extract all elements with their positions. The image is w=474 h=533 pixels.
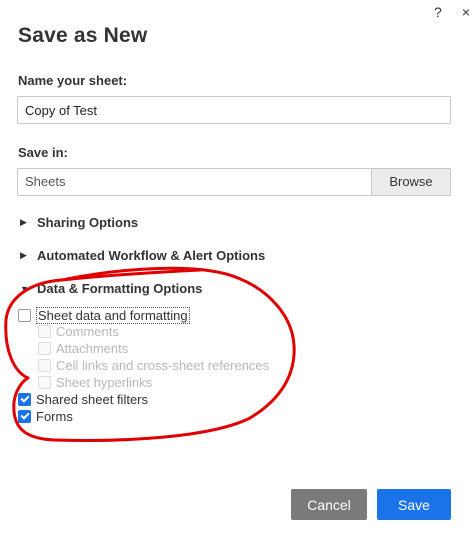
- shared-filters-checkbox[interactable]: [18, 393, 31, 406]
- save-in-field: Sheets Browse: [17, 168, 451, 196]
- option-forms[interactable]: Forms: [18, 409, 73, 424]
- section-label: Sharing Options: [37, 215, 139, 230]
- name-field-label: Name your sheet:: [18, 73, 128, 88]
- section-label: Automated Workflow & Alert Options: [37, 248, 266, 263]
- option-label: Attachments: [56, 341, 129, 356]
- sheet-name-input[interactable]: [17, 96, 451, 124]
- attachments-checkbox: [38, 342, 51, 355]
- window-controls: ? ×: [434, 4, 470, 20]
- cancel-button[interactable]: Cancel: [291, 489, 367, 520]
- dialog-title: Save as New: [18, 24, 148, 47]
- collapse-arrow-icon: ▼: [20, 283, 29, 294]
- option-shared-filters[interactable]: Shared sheet filters: [18, 392, 148, 407]
- option-sheet-data[interactable]: Sheet data and formatting: [18, 307, 190, 324]
- option-comments: Comments: [38, 324, 119, 339]
- save-in-location[interactable]: Sheets: [18, 169, 371, 195]
- close-icon[interactable]: ×: [462, 4, 470, 20]
- section-sharing-options[interactable]: ▶ Sharing Options: [20, 215, 138, 230]
- option-label: Comments: [56, 324, 119, 339]
- section-label: Data & Formatting Options: [37, 281, 203, 296]
- save-as-new-dialog: ? × Save as New Name your sheet: Save in…: [0, 0, 474, 533]
- comments-checkbox: [38, 325, 51, 338]
- sheet-data-checkbox[interactable]: [18, 309, 31, 322]
- section-workflow-options[interactable]: ▶ Automated Workflow & Alert Options: [20, 248, 265, 263]
- help-icon[interactable]: ?: [434, 4, 442, 20]
- option-label: Sheet hyperlinks: [56, 375, 153, 390]
- option-label: Forms: [36, 409, 73, 424]
- save-button[interactable]: Save: [377, 489, 451, 520]
- section-data-formatting-options[interactable]: ▼ Data & Formatting Options: [20, 281, 202, 296]
- save-in-label: Save in:: [18, 145, 68, 160]
- option-cell-links: Cell links and cross-sheet references: [38, 358, 269, 373]
- expand-arrow-icon: ▶: [20, 250, 27, 260]
- cell-links-checkbox: [38, 359, 51, 372]
- hyperlinks-checkbox: [38, 376, 51, 389]
- expand-arrow-icon: ▶: [20, 217, 27, 227]
- option-attachments: Attachments: [38, 341, 128, 356]
- option-sheet-hyperlinks: Sheet hyperlinks: [38, 375, 152, 390]
- option-label: Cell links and cross-sheet references: [56, 358, 270, 373]
- option-label: Shared sheet filters: [36, 392, 149, 407]
- option-label: Sheet data and formatting: [36, 307, 190, 324]
- forms-checkbox[interactable]: [18, 410, 31, 423]
- browse-button[interactable]: Browse: [371, 169, 450, 195]
